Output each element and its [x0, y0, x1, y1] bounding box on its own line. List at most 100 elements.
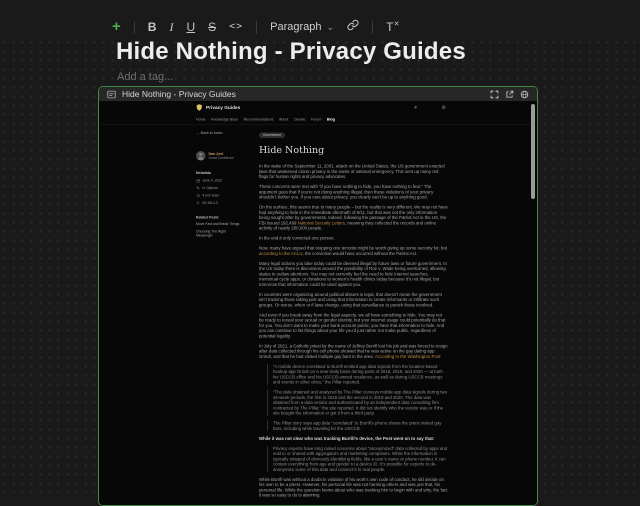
page-content: ← Back to index Dan Arel Guest Contribut… — [196, 125, 448, 503]
article-paragraph: And even if you break away from the lega… — [259, 312, 448, 338]
article-text: Many legal actions you take today could … — [259, 260, 447, 287]
calendar-icon — [196, 179, 200, 183]
clock-icon — [196, 193, 200, 198]
editor-toolbar: + B I U S <> Paragraph ⌄ T ✕ — [112, 16, 399, 38]
article-text: In the end it only convicted one person. — [259, 235, 335, 241]
author-name[interactable]: Dan Arel — [209, 152, 234, 157]
author-block: Dan Arel Guest Contributor — [196, 151, 246, 161]
license-icon: © — [196, 200, 200, 206]
page-header-band: Privacy Guides ☀ ⚙ Home Knowledge Base Rec… — [99, 101, 535, 125]
article-link[interactable]: According to the Washington Post — [375, 354, 440, 359]
settings-gear-icon[interactable]: ⚙ — [442, 105, 446, 111]
metadata-value: in Opinion — [202, 186, 218, 190]
related-post-link[interactable]: Choosing The Right Messenger — [196, 230, 242, 239]
author-role: Guest Contributor — [208, 156, 234, 161]
note-title[interactable]: Hide Nothing - Privacy Guides — [116, 38, 466, 66]
metadata-value: BY-SA 4.0 — [202, 201, 218, 205]
related-post-link[interactable]: Move Fast and Break Things — [196, 223, 242, 227]
tag-input[interactable]: Add a tag... — [117, 71, 173, 83]
nav-item-forum[interactable]: Forum — [311, 117, 321, 122]
embed-scrollbar-thumb[interactable] — [531, 104, 535, 199]
theme-toggle-icon[interactable]: ☀ — [414, 105, 418, 111]
nav-item-blog[interactable]: Blog — [327, 117, 335, 122]
site-nav: Home Knowledge Base Recommendations About Do… — [196, 114, 456, 124]
article-paragraph: While Burrill was without a doubt in vio… — [259, 477, 448, 498]
article-link[interactable]: according to the ACLU — [259, 251, 302, 256]
toolbar-divider — [133, 20, 135, 34]
embed-header: Hide Nothing - Privacy Guides — [99, 87, 537, 101]
embed-viewport[interactable]: Privacy Guides ☀ ⚙ Home Knowledge Base Rec… — [99, 101, 537, 505]
metadata-row: 4 min read — [196, 194, 246, 198]
link-icon — [347, 19, 359, 31]
article-text: “The data obtained and analyzed by The P… — [273, 389, 448, 416]
article-paragraph: On the surface, this seems true to many … — [259, 205, 448, 231]
bold-button[interactable]: B — [148, 16, 157, 38]
article-text: While Burrill was without a doubt in vio… — [259, 476, 448, 498]
link-button[interactable] — [347, 16, 359, 38]
nav-item-home[interactable]: Home — [196, 117, 206, 122]
toolbar-divider — [372, 20, 374, 34]
back-to-index-link[interactable]: ← Back to index — [196, 131, 246, 136]
article-paragraph: Now, many have argued that stopping one … — [259, 246, 448, 257]
italic-button[interactable]: I — [169, 16, 173, 38]
privacy-guides-logo — [196, 104, 202, 111]
strikethrough-button[interactable]: S — [208, 16, 216, 38]
globe-button[interactable] — [520, 90, 529, 99]
underline-button[interactable]: U — [186, 16, 195, 38]
article-paragraph: In the wake of the September 11, 2001, a… — [259, 164, 448, 180]
article-sidebar: ← Back to index Dan Arel Guest Contribut… — [196, 128, 246, 503]
article-blockquote: The Pillar story says app data “correlat… — [267, 420, 448, 431]
category-badge[interactable]: Government — [259, 132, 285, 138]
author-avatar — [196, 151, 206, 161]
site-name[interactable]: Privacy Guides — [206, 105, 240, 111]
article-text: In the wake of the September 11, 2001, a… — [259, 163, 445, 180]
article-text: , the conviction would have occurred wit… — [302, 250, 418, 256]
paragraph-style-dropdown[interactable]: Paragraph ⌄ — [270, 16, 334, 38]
open-external-button[interactable] — [505, 90, 514, 99]
related-posts-list: Move Fast and Break Things Choosing The R… — [196, 223, 246, 239]
clear-formatting-x: ✕ — [393, 21, 400, 28]
metadata-list: June 9, 2022 ✎ in Opinion 4 min read © BY-SA … — [196, 179, 246, 206]
article-blockquote: “The data obtained and analyzed by The P… — [267, 389, 448, 416]
article-text: Now, many have argued that stopping one … — [259, 245, 448, 251]
add-block-button[interactable]: + — [112, 16, 121, 38]
nav-item-about[interactable]: About — [279, 117, 288, 122]
article-paragraph: In countries were organizing around poli… — [259, 292, 448, 308]
clear-formatting-button[interactable]: T ✕ — [386, 16, 399, 38]
article-body: In the wake of the September 11, 2001, a… — [259, 164, 448, 498]
article-card-icon — [107, 90, 116, 99]
paragraph-style-label: Paragraph — [270, 21, 322, 33]
chevron-down-icon: ⌄ — [326, 22, 335, 32]
article-paragraph: In July of 2021, a Catholic priest by th… — [259, 343, 448, 359]
metadata-row: © BY-SA 4.0 — [196, 200, 246, 206]
open-external-icon — [506, 90, 514, 98]
article-text: Privacy experts have long raised concern… — [273, 445, 448, 472]
clear-formatting-glyph: T — [386, 20, 394, 34]
embed-title: Hide Nothing - Privacy Guides — [122, 89, 236, 99]
article-text: “A mobile device correlated to Burrill e… — [273, 363, 443, 385]
metadata-label: Metadata — [196, 171, 211, 176]
article-text: The Pillar story says app data “correlat… — [273, 420, 442, 431]
article-blockquote: Privacy experts have long raised concern… — [267, 445, 448, 472]
article-text: : — [440, 353, 442, 359]
article-paragraph: While it was not clear who was tracking … — [259, 436, 448, 441]
pencil-icon: ✎ — [196, 185, 200, 191]
article-paragraph: These concerns were met with “if you hav… — [259, 184, 448, 200]
article-text: These concerns were met with “if you hav… — [259, 184, 434, 200]
privacy-guides-page: Privacy Guides ☀ ⚙ Home Knowledge Base Rec… — [99, 101, 535, 505]
metadata-row: ✎ in Opinion — [196, 185, 246, 191]
metadata-value: June 9, 2022 — [202, 178, 223, 183]
nav-item-recommendations[interactable]: Recommendations — [244, 117, 274, 122]
article-text: And even if you break away from the lega… — [259, 312, 446, 339]
expand-button[interactable] — [490, 90, 499, 99]
article-text: In countries were organizing around poli… — [259, 291, 442, 308]
metadata-row: June 9, 2022 — [196, 179, 246, 183]
article-paragraph: Many legal actions you take today could … — [259, 261, 448, 287]
related-posts-label: Related Posts — [196, 216, 219, 220]
nav-item-donate[interactable]: Donate — [294, 117, 306, 122]
article-main: Government Hide Nothing In the wake of t… — [259, 128, 448, 503]
code-button[interactable]: <> — [229, 16, 243, 38]
nav-item-knowledge-base[interactable]: Knowledge Base — [211, 117, 238, 122]
web-embed-card: Hide Nothing - Privacy Guides Privacy Gu… — [98, 86, 538, 506]
article-link[interactable]: National Security Letters — [298, 220, 345, 225]
